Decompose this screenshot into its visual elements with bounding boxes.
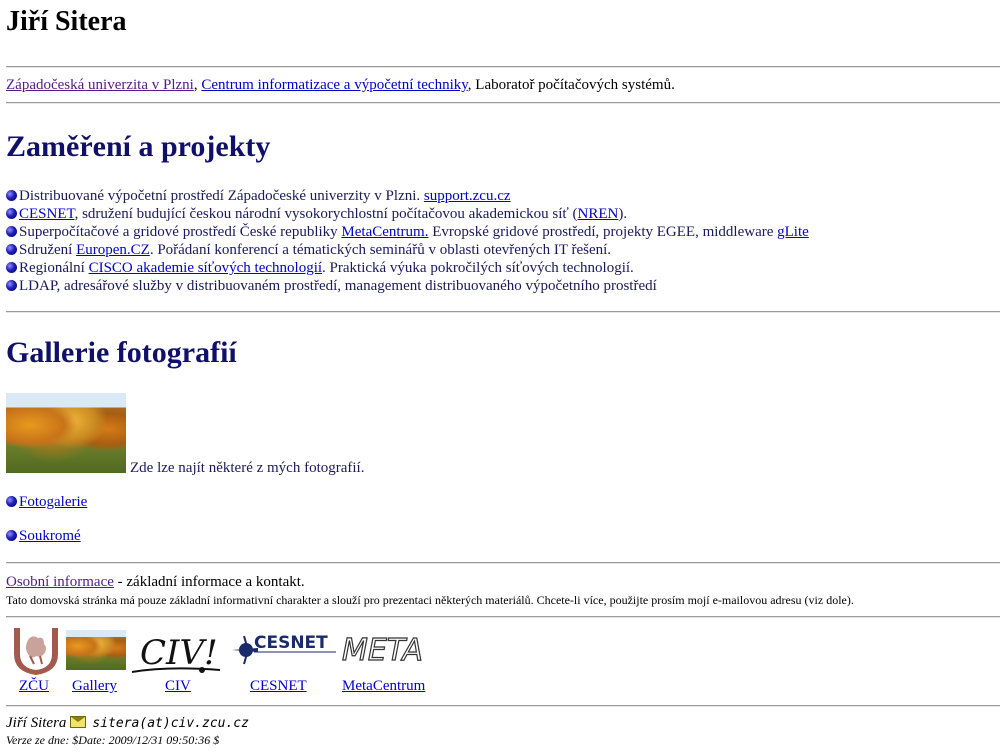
list-item: Distribuované výpočetní prostředí Západo… [6,187,809,205]
affiliation-line: Západočeská univerzita v Plzni, Centrum … [6,77,675,94]
item-text: . Pořádaní konferencí a tématických semi… [149,242,612,258]
support-link[interactable]: support.zcu.cz [424,188,511,204]
svg-text:CESNET: CESNET [254,633,328,653]
gallery-thumb-icon[interactable] [66,630,126,670]
svg-text:META: META [342,633,423,668]
item-text: . Praktická výuka pokročilých síťových t… [322,260,634,276]
item-text: , sdružení budující českou národní vysok… [74,206,578,222]
section-title-focus: Zaměření a projekty [6,130,271,163]
divider [6,102,1000,104]
metacentrum-link[interactable]: MetaCentrum. [341,224,428,240]
list-item: Fotogalerie [6,494,87,511]
center-link[interactable]: Centrum informatizace a výpočetní techni… [201,77,467,93]
email-address: sitera(at)civ.zcu.cz [92,716,249,731]
bullet-icon [6,226,17,237]
meta-logo-icon[interactable]: META [340,626,436,670]
disclaimer: Tato domovská stránka má pouze základní … [6,593,854,607]
civ-link[interactable]: CIV [165,678,191,694]
cisco-link[interactable]: CISCO akademie síťových technologií [89,260,322,276]
signature: Jiří Sitera sitera(at)civ.zcu.cz [6,715,249,732]
item-text: ). [618,206,628,222]
glite-link[interactable]: gLite [777,224,809,240]
europen-link[interactable]: Europen.CZ [76,242,150,258]
item-text: LDAP, adresářové služby v distribuovaném… [19,278,657,294]
logo-label: MetaCentrum [342,678,425,695]
bullet-icon [6,496,17,507]
cesnet-link[interactable]: CESNET [19,206,75,222]
signature-name: Jiří Sitera [6,715,67,731]
gallery-link[interactable]: Gallery [72,678,117,694]
logo-label: ZČU [19,678,49,695]
divider [6,616,1000,618]
item-text: Sdružení [19,242,77,258]
bullet-icon [6,280,17,291]
item-text: Regionální [19,260,89,276]
divider [6,311,1000,313]
logo-label: CIV [165,678,191,695]
civ-logo-icon[interactable]: CIV! [128,626,224,678]
item-text: Evropské gridové prostředí, projekty EGE… [428,224,778,240]
focus-list: Distribuované výpočetní prostředí Západo… [6,187,809,295]
logo-label: Gallery [72,678,117,695]
bullet-icon [6,208,17,219]
info-text: - základní informace a kontakt. [113,574,305,590]
divider [6,66,1000,68]
affiliation-rest: , Laboratoř počítačových systémů. [467,77,675,93]
gallery-thumbnail[interactable] [6,393,126,473]
zcu-logo-icon[interactable] [10,626,62,676]
logo-label: CESNET [250,678,307,695]
bullet-icon [6,262,17,273]
logo-bar: ZČU Gallery CIV! CIV CESNET CESNET META … [6,626,446,698]
version-date: Verze ze dne: $Date: 2009/12/31 09:50:36… [6,733,220,747]
metacentrum-logo-link[interactable]: MetaCentrum [342,678,425,694]
info-line: Osobní informace - základní informace a … [6,574,305,591]
list-item: CESNET, sdružení budující českou národní… [6,205,809,223]
fotogalerie-link[interactable]: Fotogalerie [19,494,87,510]
list-item: Sdružení Europen.CZ. Pořádaní konferencí… [6,241,809,259]
bullet-icon [6,244,17,255]
gallery-caption: Zde lze najít některé z mých fotografií. [130,460,365,476]
item-text: Distribuované výpočetní prostředí Západo… [19,188,424,204]
divider [6,562,1000,564]
list-item: Superpočítačové a gridové prostředí Česk… [6,223,809,241]
svg-text:CIV!: CIV! [140,633,218,673]
list-item: Soukromé [6,528,81,545]
personal-info-link[interactable]: Osobní informace [6,574,114,590]
cesnet-logo-icon[interactable]: CESNET [230,626,338,670]
zcu-link[interactable]: ZČU [19,678,49,694]
cesnet-logo-link[interactable]: CESNET [250,678,307,694]
list-item: LDAP, adresářové služby v distribuovaném… [6,277,809,295]
bullet-icon [6,190,17,201]
bullet-icon [6,530,17,541]
university-link[interactable]: Západočeská univerzita v Plzni [6,77,194,93]
nren-link[interactable]: NREN [578,206,619,222]
section-title-gallery: Gallerie fotografií [6,336,237,369]
list-item: Regionální CISCO akademie síťových techn… [6,259,809,277]
soukrome-link[interactable]: Soukromé [19,528,81,544]
divider [6,705,1000,707]
item-text: Superpočítačové a gridové prostředí Česk… [19,224,342,240]
page-title: Jiří Sitera [6,6,127,37]
mail-icon[interactable] [70,716,87,728]
